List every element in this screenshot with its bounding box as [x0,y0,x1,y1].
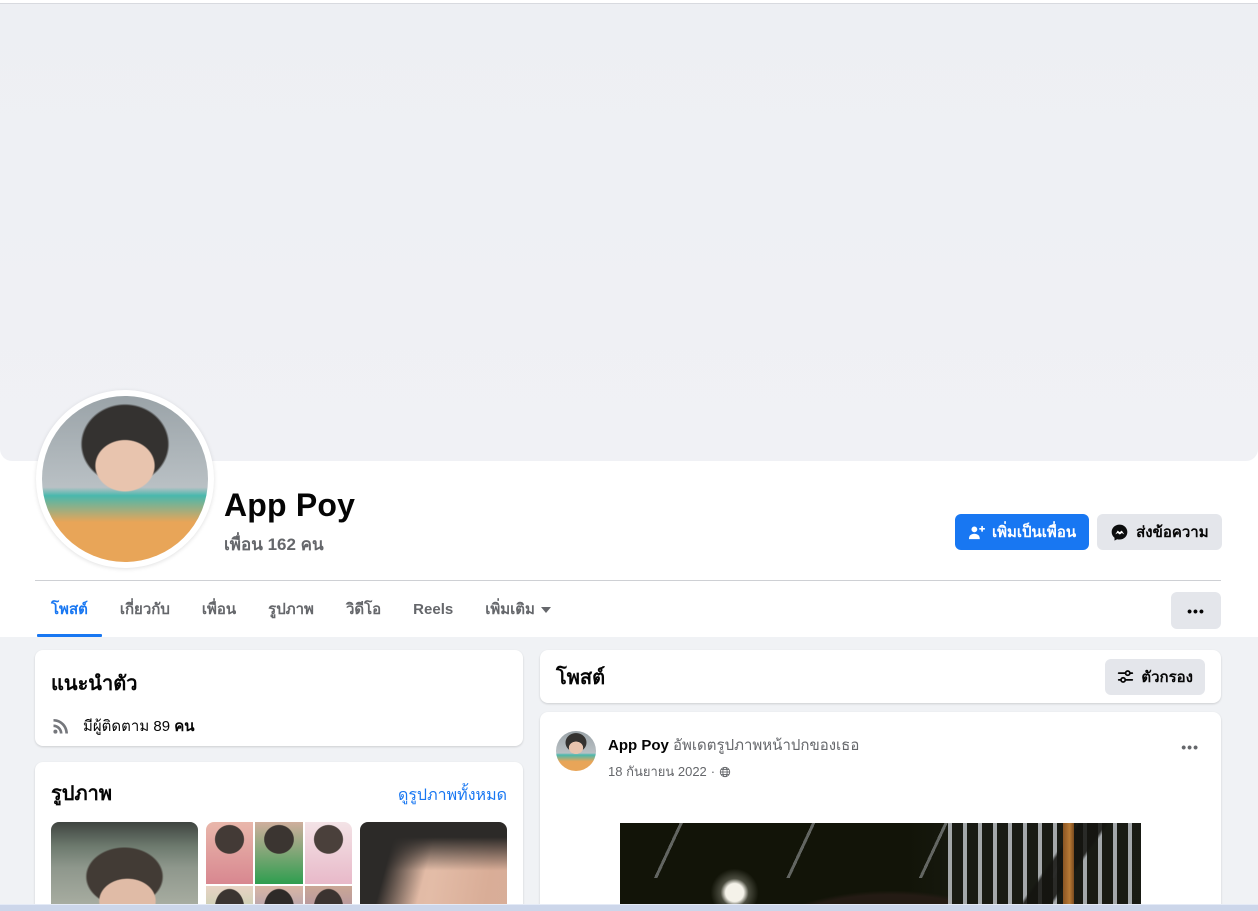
profile-tabs: โพสต์ เกี่ยวกับ เพื่อน รูปภาพ วิดีโอ Ree… [35,581,567,637]
post-image[interactable] [620,823,1141,911]
add-friend-label: เพิ่มเป็นเพื่อน [992,524,1077,541]
collage-tile [255,822,303,884]
tab-friends[interactable]: เพื่อน [186,581,252,637]
post-image-detail [1062,823,1074,911]
post-timestamp-row: 18 กันยายน 2022 · [608,761,1163,782]
post-action-text: อัพเดตรูปภาพหน้าปกของเธอ [673,737,860,754]
post-image-detail [922,823,1141,911]
followers-unit: คน [174,718,195,735]
followers-text: มีผู้ติดตาม 89 คน [83,714,195,738]
tab-label: เพื่อน [201,601,237,618]
tab-photos[interactable]: รูปภาพ [252,581,330,637]
tab-label: โพสต์ [51,601,88,618]
tab-label: วิดีโอ [345,601,382,618]
post-header-text: App Poy อัพเดตรูปภาพหน้าปกของเธอ [608,733,1163,757]
post-date[interactable]: 18 กันยายน 2022 [608,761,707,782]
friends-count[interactable]: เพื่อน 162 คน [224,531,324,558]
posts-feed-header: โพสต์ ตัวกรอง [540,650,1221,703]
facebook-profile-page: App Poy เพื่อน 162 คน เพิ่มเป็นเพื่อน ส่… [0,0,1258,911]
photos-title: รูปภาพ [51,783,113,805]
tab-more[interactable]: เพิ่มเติม [469,581,567,637]
followers-rss-icon [51,716,71,736]
filters-sliders-icon [1117,668,1134,685]
photo-thumbnail[interactable] [360,822,507,911]
intro-card: แนะนำตัว มีผู้ติดตาม 89 คน [35,650,523,746]
profile-name: App Poy [224,487,356,523]
followers-prefix: มีผู้ติดตาม 89 [83,718,171,735]
tab-label: รูปภาพ [268,601,314,618]
profile-more-button[interactable]: ••• [1171,592,1221,629]
tab-reels[interactable]: Reels [397,581,469,637]
post-card: App Poy อัพเดตรูปภาพหน้าปกของเธอ 18 กันย… [540,712,1221,911]
filter-button[interactable]: ตัวกรอง [1105,658,1205,695]
chevron-down-icon [540,607,551,613]
post-author-name[interactable]: App Poy [608,737,669,754]
post-author-avatar[interactable] [556,731,596,771]
see-all-photos-link[interactable]: ดูรูปภาพทั้งหมด [398,783,507,808]
profile-picture-image [42,396,208,562]
profile-actions: เพิ่มเป็นเพื่อน ส่งข้อความ [955,514,1222,550]
tab-label: เพิ่มเติม [485,601,535,618]
send-message-label: ส่งข้อความ [1136,524,1209,541]
intro-title: แนะนำตัว [51,673,138,695]
dot-separator: · [710,764,716,779]
person-add-icon [968,524,985,541]
messenger-icon [1110,523,1129,542]
tab-posts[interactable]: โพสต์ [35,581,104,637]
posts-title: โพสต์ [556,666,606,689]
collage-tile [205,822,254,884]
followers-row: มีผู้ติดตาม 89 คน [51,714,507,738]
collage-tile [304,822,353,884]
filter-label: ตัวกรอง [1141,668,1193,686]
bottom-edge-strip [0,904,1258,911]
tab-label: เกี่ยวกับ [119,601,170,618]
tab-videos[interactable]: วิดีโอ [330,581,397,637]
tab-label: Reels [413,600,454,618]
cover-photo [0,3,1258,461]
add-friend-button[interactable]: เพิ่มเป็นเพื่อน [955,514,1090,550]
globe-privacy-icon [719,766,731,778]
tab-about[interactable]: เกี่ยวกับ [104,581,186,637]
post-options-button[interactable]: ••• [1175,733,1205,761]
photo-thumbnail[interactable] [205,822,353,911]
photos-card: รูปภาพ ดูรูปภาพทั้งหมด [35,762,523,911]
photo-thumbnail[interactable] [51,822,198,911]
profile-picture[interactable] [36,390,214,568]
send-message-button[interactable]: ส่งข้อความ [1097,514,1222,550]
photo-grid [51,822,507,911]
